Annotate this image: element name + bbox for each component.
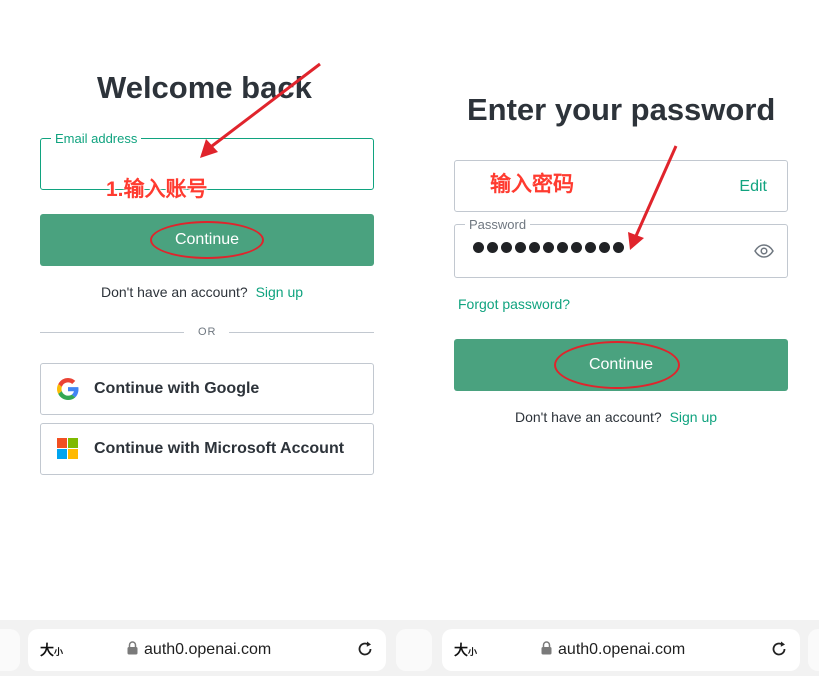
- left-login-screen: Welcome back Email address 1.输入账号 Contin…: [0, 0, 414, 676]
- right-password-screen: Enter your password Edit 输入密码 Password F…: [396, 0, 819, 676]
- lock-icon: [127, 640, 138, 660]
- lock-icon: [541, 640, 552, 660]
- previous-tab-pill[interactable]: [396, 629, 432, 671]
- text-size-button[interactable]: 大小: [454, 640, 477, 660]
- address-bar[interactable]: 大小 auth0.openai.com: [442, 629, 800, 671]
- text-size-button[interactable]: 大小: [40, 640, 63, 660]
- reload-icon[interactable]: [356, 640, 374, 663]
- url-text: auth0.openai.com: [144, 641, 272, 658]
- browser-bar: 大小 auth0.openai.com: [396, 620, 819, 676]
- annotation-arrow: [200, 62, 321, 158]
- reload-icon[interactable]: [770, 640, 788, 663]
- annotation-arrow: [628, 145, 678, 250]
- next-tab-pill[interactable]: [808, 629, 819, 671]
- browser-bar: 大小 auth0.openai.com: [0, 620, 414, 676]
- url-text: auth0.openai.com: [558, 641, 686, 658]
- address-bar[interactable]: 大小 auth0.openai.com: [28, 629, 386, 671]
- previous-tab-pill[interactable]: [0, 629, 20, 671]
